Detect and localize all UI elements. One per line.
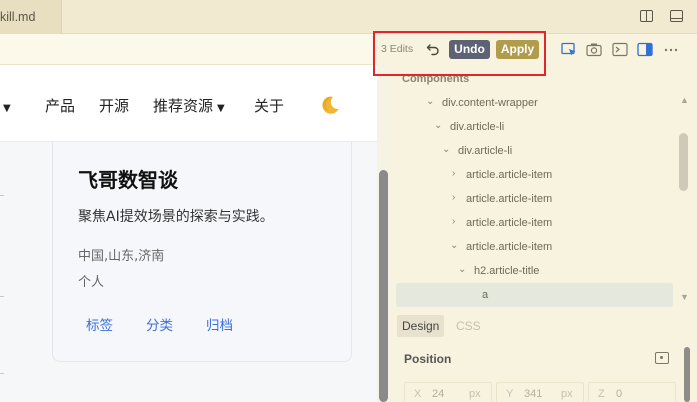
tree-node[interactable]: ⌄ div.content-wrapper — [391, 91, 683, 115]
categories-link[interactable]: 分类 — [146, 314, 173, 334]
highlight-annotation — [373, 31, 546, 76]
tree-node-selected[interactable]: a — [396, 283, 673, 307]
editor-tab-label: kill.md — [0, 10, 36, 24]
position-mode-icon[interactable] — [655, 352, 669, 364]
component-tree: Components ⌄ div.content-wrapper ⌄ div.art… — [391, 72, 683, 314]
tree-node[interactable]: ⌄ h2.article-title — [391, 259, 683, 283]
chevron-down-icon[interactable]: ⌄ — [434, 120, 442, 131]
profile-card: 飞哥数智谈 聚焦AI提效场景的探索与实践。 中国,山东,济南 个人 标签 分类 … — [52, 142, 352, 362]
chevron-down-icon[interactable]: ⌄ — [450, 240, 458, 251]
scroll-up-icon[interactable]: ▲ — [680, 95, 689, 105]
more-options-icon[interactable] — [663, 42, 679, 57]
divider — [0, 195, 4, 196]
tree-node[interactable]: ⌄ div.article-li — [391, 139, 683, 163]
editor-tab-strip: kill.md — [0, 0, 697, 34]
preview-toolbar — [0, 34, 372, 65]
panel-scrollbar[interactable] — [684, 347, 690, 402]
nav-item-collection[interactable]: 集▼ — [0, 95, 25, 116]
sidebar-toggle-icon[interactable] — [637, 42, 653, 57]
terminal-icon[interactable] — [612, 42, 628, 57]
z-index-field[interactable]: Z0 — [588, 382, 676, 402]
archive-link[interactable]: 归档 — [206, 314, 233, 334]
nav-item-products[interactable]: 产品 — [45, 95, 75, 116]
moon-icon[interactable] — [319, 94, 341, 116]
scroll-down-icon[interactable]: ▼ — [680, 292, 689, 302]
nav-item-opensource[interactable]: 开源 — [99, 95, 129, 116]
divider — [0, 373, 4, 374]
tree-node[interactable]: › article.article-item — [391, 211, 683, 235]
chevron-down-icon[interactable]: ⌄ — [442, 144, 450, 155]
chevron-right-icon[interactable]: › — [452, 216, 455, 227]
site-navbar: 集▼ 产品 开源 推荐资源▼ 关于 — [0, 65, 377, 142]
tree-scrollbar[interactable] — [679, 133, 688, 191]
divider — [0, 296, 4, 297]
website-preview: 集▼ 产品 开源 推荐资源▼ 关于 飞哥数智谈 聚焦AI提效场景的探索与实践。 … — [0, 65, 377, 402]
site-content: 飞哥数智谈 聚焦AI提效场景的探索与实践。 中国,山东,济南 个人 标签 分类 … — [0, 142, 377, 402]
tree-node[interactable]: › article.article-item — [391, 163, 683, 187]
camera-icon[interactable] — [586, 42, 602, 57]
split-editor-icon[interactable] — [638, 8, 656, 26]
profile-type: 个人 — [78, 275, 105, 290]
nav-item-resources[interactable]: 推荐资源 ▼ — [153, 95, 225, 116]
select-element-icon[interactable] — [561, 42, 577, 57]
chevron-down-icon[interactable]: ⌄ — [458, 264, 466, 275]
chevron-down-icon: ▼ — [217, 103, 225, 114]
tab-css[interactable]: CSS — [451, 315, 486, 337]
inspector-tabs: Design CSS — [397, 315, 677, 337]
chevron-right-icon[interactable]: › — [452, 168, 455, 179]
tags-link[interactable]: 标签 — [86, 314, 113, 334]
tree-node[interactable]: ⌄ article.article-item — [391, 235, 683, 259]
tree-node[interactable]: › article.article-item — [391, 187, 683, 211]
y-position-field[interactable]: Y 341 px — [496, 382, 584, 402]
profile-location: 中国,山东,济南 — [78, 249, 165, 264]
profile-description: 聚焦AI提效场景的探索与实践。 — [78, 209, 274, 225]
preview-scrollbar[interactable] — [379, 170, 388, 402]
tree-node[interactable]: ⌄ div.article-li — [391, 115, 683, 139]
position-section-title: Position — [404, 352, 452, 366]
tab-design[interactable]: Design — [397, 315, 445, 337]
editor-tab[interactable]: kill.md — [0, 0, 62, 34]
x-position-field[interactable]: X 24 px — [404, 382, 492, 402]
profile-title: 飞哥数智谈 — [78, 168, 178, 192]
chevron-down-icon[interactable]: ⌄ — [426, 96, 434, 107]
nav-item-about[interactable]: 关于 — [254, 95, 284, 116]
inspector-panel: 3 Edits Undo Apply Components ⌄ div.cont… — [381, 34, 697, 402]
chevron-down-icon: ▼ — [3, 103, 11, 114]
chevron-right-icon[interactable]: › — [452, 192, 455, 203]
toggle-panel-icon[interactable] — [668, 8, 686, 26]
